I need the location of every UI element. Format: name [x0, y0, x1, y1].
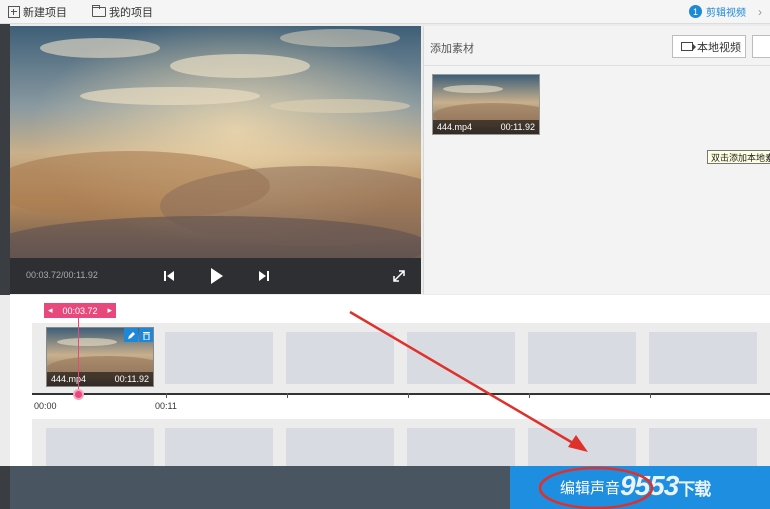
- plus-box-icon: [8, 6, 20, 18]
- empty-frame: [528, 332, 636, 384]
- skip-forward-icon: [259, 271, 269, 281]
- fullscreen-icon: [393, 270, 405, 282]
- tooltip: 双击添加本地素: [707, 150, 770, 164]
- time-ruler[interactable]: [32, 393, 770, 398]
- local-video-button[interactable]: 本地视频: [672, 35, 746, 58]
- edit-clip-button[interactable]: [124, 328, 138, 342]
- ruler-tick: [287, 393, 288, 398]
- watermark-suffix: 下载: [678, 480, 711, 499]
- ruler-label-end: 00:11: [155, 401, 177, 411]
- timeline: 444.mp4 00:11.92 00:00 00:11 ◂ 00:03.72 …: [10, 295, 770, 472]
- clip-name: 444.mp4: [51, 374, 87, 384]
- ruler-tick: [408, 393, 409, 398]
- timeline-clip[interactable]: 444.mp4 00:11.92: [46, 327, 154, 387]
- caret-left-icon[interactable]: ◂: [48, 305, 53, 316]
- skip-back-icon: [164, 271, 174, 281]
- empty-frame: [407, 332, 515, 384]
- playhead-time: 00:03.72: [62, 305, 98, 316]
- video-preview: [10, 26, 421, 258]
- playback-time: 00:03.72/00:11.92: [26, 270, 98, 280]
- pencil-icon: [127, 331, 135, 339]
- my-projects-button[interactable]: 我的项目: [92, 4, 153, 20]
- local-video-label: 本地视频: [697, 41, 741, 54]
- step-number-badge: 1: [689, 5, 702, 18]
- material-header: 添加素材 本地视频: [424, 26, 770, 66]
- trash-icon: [142, 331, 150, 340]
- material-clip[interactable]: 444.mp4 00:11.92: [432, 74, 540, 135]
- video-camera-icon: [681, 42, 696, 51]
- play-icon: [211, 268, 223, 284]
- clip-tools: [124, 328, 153, 342]
- empty-frame: [286, 332, 394, 384]
- fullscreen-button[interactable]: [390, 267, 408, 285]
- chevron-right-icon[interactable]: ›: [758, 5, 762, 19]
- ruler-tick: [650, 393, 651, 398]
- caret-right-icon[interactable]: ▸: [107, 305, 112, 316]
- playhead-line: [78, 318, 79, 394]
- ruler-tick: [529, 393, 530, 398]
- new-project-button[interactable]: 新建项目: [8, 4, 67, 20]
- material-panel: 添加素材 本地视频 444.mp4 00:11.92 双击添加本地素: [423, 26, 770, 294]
- folder-icon: [92, 5, 106, 17]
- material-title: 添加素材: [430, 43, 474, 55]
- clip-duration: 00:11.92: [500, 122, 535, 132]
- bottom-left-strip: [0, 466, 10, 509]
- step-indicator: 1 剪辑视频 ›: [689, 4, 762, 19]
- add-media-button[interactable]: [752, 35, 770, 58]
- empty-frame: [649, 332, 757, 384]
- delete-clip-button[interactable]: [139, 328, 153, 342]
- play-button[interactable]: [208, 267, 226, 285]
- video-track[interactable]: 444.mp4 00:11.92: [32, 323, 770, 393]
- edit-audio-label: 编辑声音: [560, 480, 621, 497]
- step-label: 剪辑视频: [706, 8, 746, 19]
- ruler-tick: [166, 393, 167, 398]
- top-toolbar: 新建项目 我的项目 1 剪辑视频 ›: [0, 0, 770, 24]
- clip-label: 444.mp4 00:11.92: [433, 120, 539, 134]
- watermark-number: 9553: [620, 470, 679, 501]
- clip-duration: 00:11.92: [114, 374, 149, 384]
- playhead-handle[interactable]: [73, 389, 84, 400]
- ruler-label-start: 00:00: [34, 401, 57, 411]
- site-watermark: 9553下载: [620, 470, 711, 502]
- playhead-time-tag[interactable]: ◂ 00:03.72 ▸: [44, 303, 116, 318]
- audio-track[interactable]: [32, 419, 770, 472]
- left-sidebar-strip: [0, 24, 10, 295]
- next-frame-button[interactable]: [255, 267, 273, 285]
- clip-name: 444.mp4: [437, 122, 473, 132]
- previous-frame-button[interactable]: [160, 267, 178, 285]
- new-project-label: 新建项目: [23, 7, 67, 19]
- bottom-bar: [10, 466, 510, 509]
- player-controls: 00:03.72/00:11.92: [10, 258, 421, 294]
- my-projects-label: 我的项目: [109, 7, 153, 19]
- empty-frame: [165, 332, 273, 384]
- clip-label: 444.mp4 00:11.92: [47, 372, 153, 386]
